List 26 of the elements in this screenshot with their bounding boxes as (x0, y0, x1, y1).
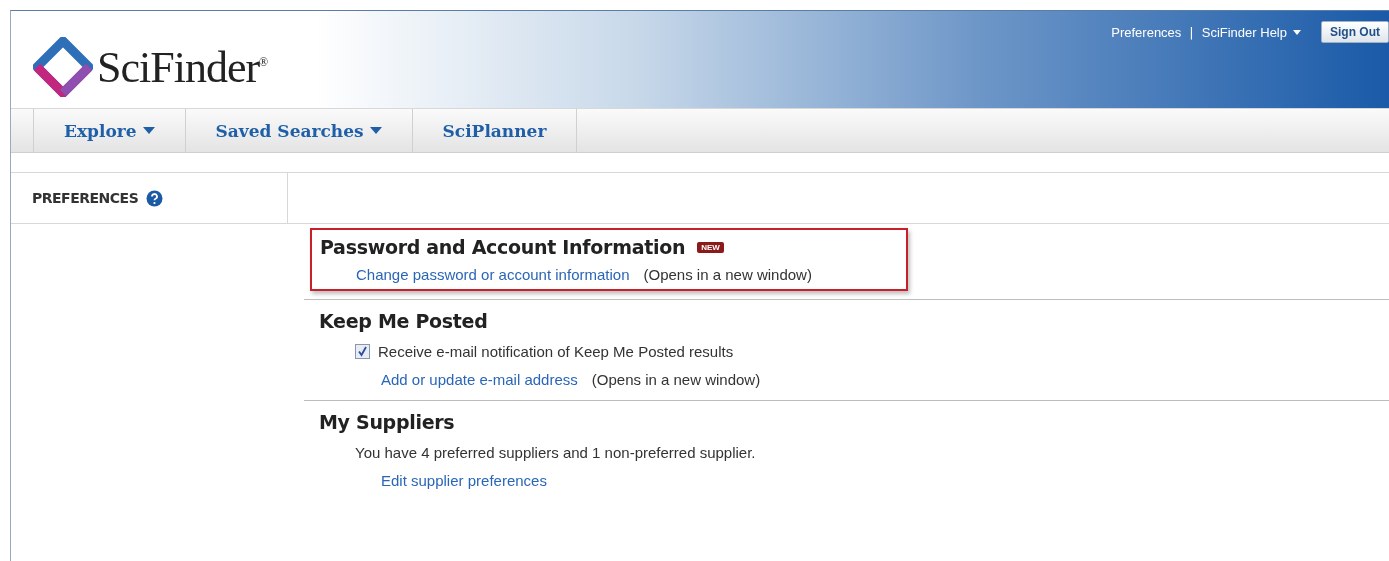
nav-tab[interactable]: Explore (34, 109, 186, 152)
section-heading: Password and Account Information (320, 236, 686, 258)
link[interactable]: Edit supplier preferences (381, 472, 547, 489)
nav-tab[interactable]: Saved Searches (185, 109, 413, 152)
nav-tab[interactable]: SciPlanner (412, 109, 578, 152)
section-heading: Keep Me Posted (319, 310, 488, 332)
link-note: (Opens in a new window) (643, 266, 812, 283)
sidebar-title: PREFERENCES (32, 190, 139, 206)
help-icon[interactable] (146, 189, 164, 207)
diamond-logo-icon (33, 37, 93, 97)
link[interactable]: Add or update e-mail address (381, 371, 578, 388)
checkbox[interactable] (355, 344, 370, 359)
logo-wordmark: SciFinder$^{®}$ (97, 41, 268, 93)
caret-icon (369, 127, 382, 134)
new-badge: NEW (697, 241, 724, 253)
link-separator: | (1189, 24, 1194, 40)
checkbox-label: Receive e-mail notification of Keep Me Posted results (378, 343, 734, 360)
link[interactable]: Change password or account information (356, 266, 630, 283)
info-text: You have 4 preferred suppliers and 1 non-preferred supplier. (355, 444, 756, 461)
link-note: (Opens in a new window) (591, 371, 761, 388)
section-heading: My Suppliers (319, 411, 455, 433)
caret-icon (1293, 29, 1301, 35)
header-link[interactable]: SciFinder Help (1201, 24, 1301, 40)
sign-out-button[interactable]: Sign Out (1321, 21, 1389, 43)
caret-icon (142, 127, 155, 134)
header-link[interactable]: Preferences (1111, 24, 1182, 40)
